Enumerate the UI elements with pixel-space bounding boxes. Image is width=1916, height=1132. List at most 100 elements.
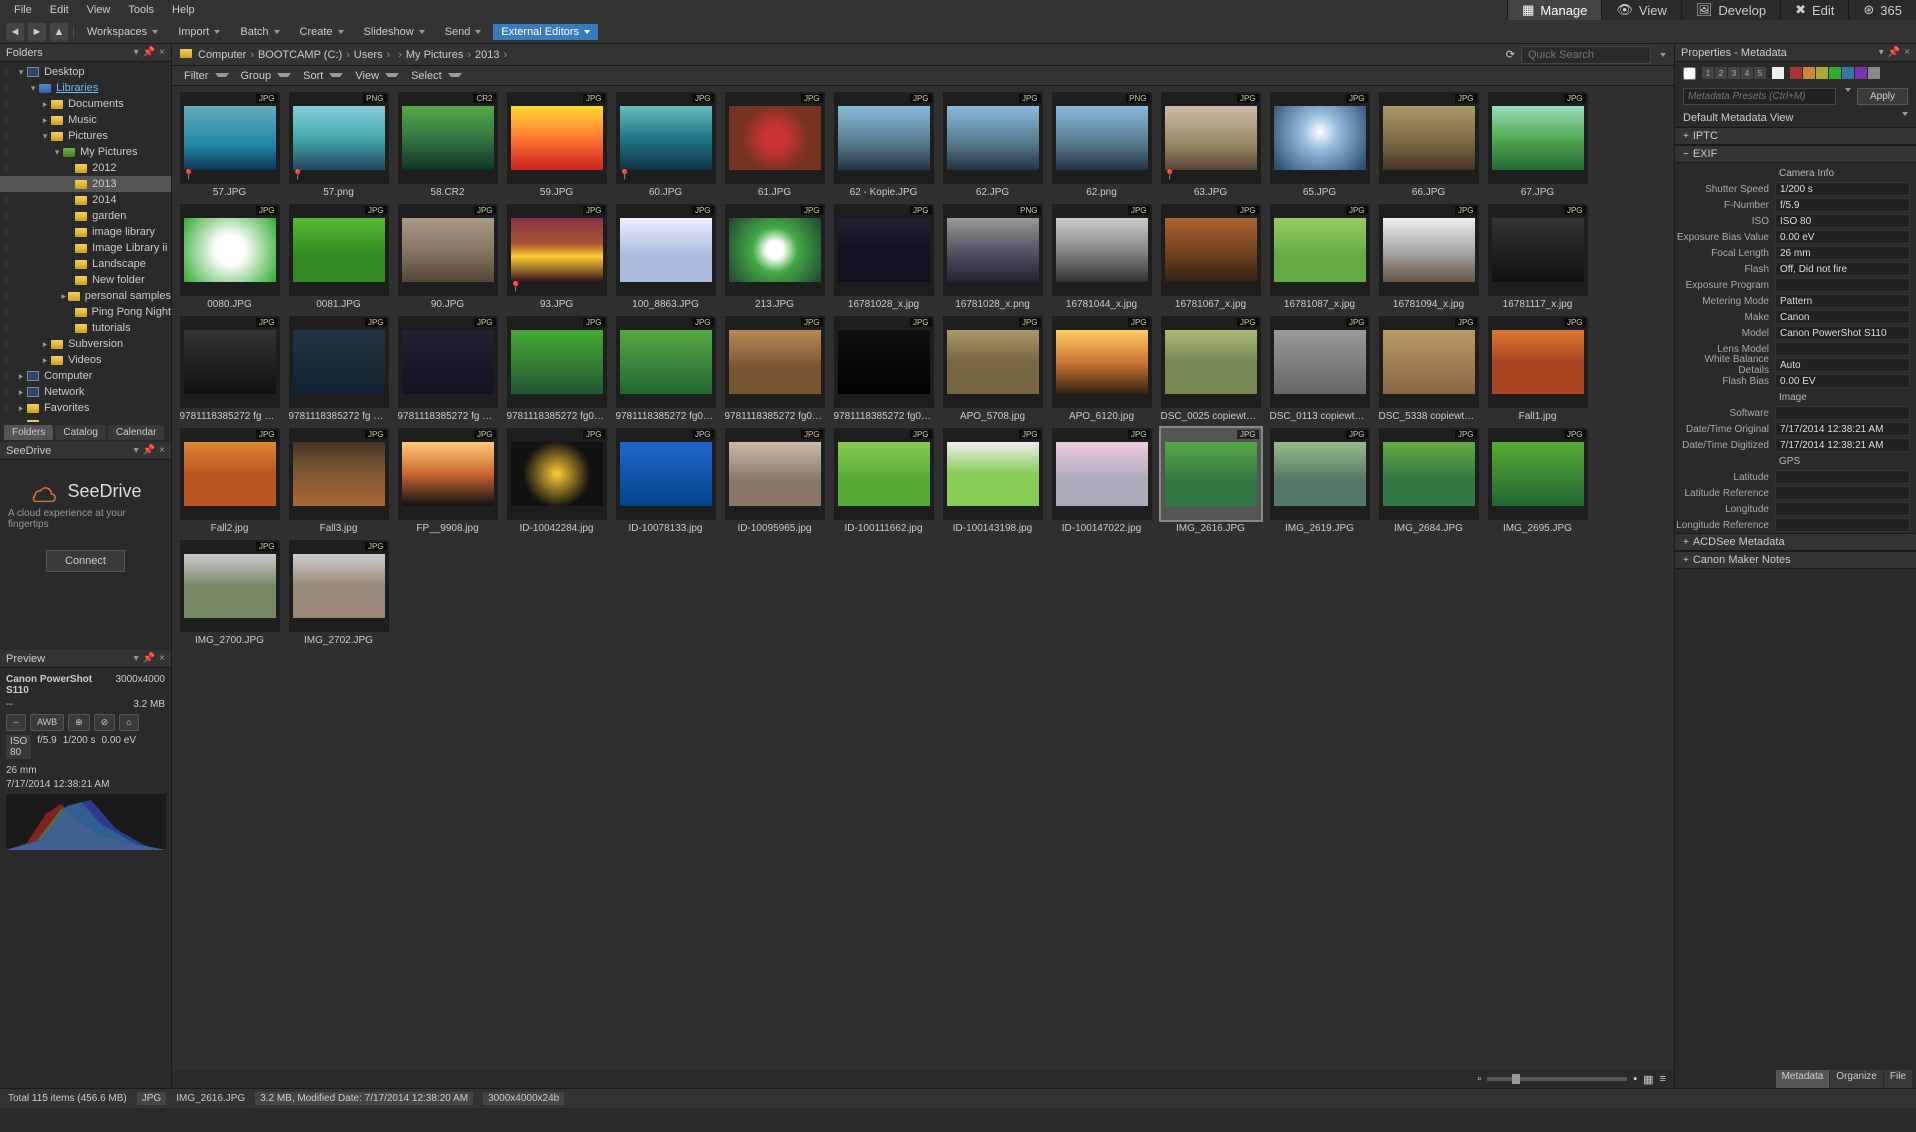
- color-label[interactable]: [1855, 67, 1867, 79]
- quick-search-input[interactable]: [1521, 46, 1651, 64]
- meta-value[interactable]: [1775, 342, 1910, 356]
- tree-item[interactable]: ♡2013: [0, 176, 171, 192]
- tab-calendar[interactable]: Calendar: [108, 425, 165, 440]
- filter-filter[interactable]: Filter: [180, 69, 233, 83]
- thumbnail[interactable]: JPG📍60.JPG: [614, 92, 717, 198]
- connect-button[interactable]: Connect: [46, 550, 125, 572]
- tree-item[interactable]: ♡▾My Pictures: [0, 144, 171, 160]
- rating-3[interactable]: 3: [1728, 67, 1740, 79]
- meta-value[interactable]: 7/17/2014 12:38:21 AM: [1775, 438, 1910, 452]
- mode-develop[interactable]: 🖼Develop: [1681, 0, 1780, 20]
- thumbnail[interactable]: JPG90.JPG: [396, 204, 499, 310]
- thumbnail[interactable]: JPG9781118385272 fg Online ...: [178, 316, 281, 422]
- mode-edit[interactable]: ✖Edit: [1780, 0, 1848, 20]
- folder-tree[interactable]: ♡▾Desktop♡▾Libraries♡▸Documents♡▸Music♡▾…: [0, 62, 171, 422]
- props-tab-file[interactable]: File: [1884, 1070, 1912, 1088]
- external-editors-menu[interactable]: External Editors: [493, 24, 598, 40]
- thumbnail[interactable]: JPGIMG_2684.JPG: [1377, 428, 1480, 534]
- filter-sort[interactable]: Sort: [299, 69, 347, 83]
- metadata-preset-input[interactable]: [1683, 88, 1836, 105]
- section-canon[interactable]: +Canon Maker Notes: [1675, 551, 1916, 569]
- list-view-icon[interactable]: ≡: [1660, 1073, 1666, 1085]
- props-tab-organize[interactable]: Organize: [1830, 1070, 1883, 1088]
- meta-value[interactable]: Canon: [1775, 310, 1910, 324]
- mode-view[interactable]: 👁View: [1601, 0, 1680, 20]
- tree-item[interactable]: ♡garden: [0, 208, 171, 224]
- preview-btn[interactable]: --: [6, 714, 26, 731]
- thumbnail[interactable]: JPG9781118385272 fg0206.jpg: [505, 316, 608, 422]
- nav-up[interactable]: ▲: [50, 23, 68, 41]
- thumbnail[interactable]: JPG100_8863.JPG: [614, 204, 717, 310]
- thumbnail[interactable]: JPG9781118385272 fg Online ...: [287, 316, 390, 422]
- menu-tools[interactable]: Tools: [120, 2, 162, 18]
- thumbnail[interactable]: PNG16781028_x.png: [941, 204, 1044, 310]
- meta-value[interactable]: Canon PowerShot S110: [1775, 326, 1910, 340]
- folder-icon[interactable]: [180, 49, 192, 61]
- preview-btn[interactable]: ⊘: [94, 714, 116, 731]
- toolbar-batch[interactable]: Batch: [232, 24, 287, 40]
- menu-file[interactable]: File: [6, 2, 40, 18]
- section-iptc[interactable]: +IPTC: [1675, 127, 1916, 145]
- meta-value[interactable]: [1775, 486, 1910, 500]
- color-label[interactable]: [1803, 67, 1815, 79]
- rating-2[interactable]: 2: [1715, 67, 1727, 79]
- menu-edit[interactable]: Edit: [42, 2, 77, 18]
- tree-item[interactable]: ♡Ping Pong Night: [0, 304, 171, 320]
- thumbnail[interactable]: JPG9781118385272 fg Online ...: [396, 316, 499, 422]
- filter-select[interactable]: Select: [407, 69, 466, 83]
- meta-value[interactable]: [1775, 518, 1910, 532]
- tree-item[interactable]: ♡▸Network: [0, 384, 171, 400]
- thumbnail[interactable]: JPG16781117_x.jpg: [1486, 204, 1589, 310]
- thumbnail[interactable]: JPG9781118385272 fg0306.jpg: [723, 316, 826, 422]
- thumbnail[interactable]: JPGID-10042284.jpg: [505, 428, 608, 534]
- tree-item[interactable]: ♡2014: [0, 192, 171, 208]
- toolbar-send[interactable]: Send: [437, 24, 490, 40]
- mode-365[interactable]: ⊛365: [1848, 0, 1916, 20]
- thumbnail[interactable]: CR258.CR2: [396, 92, 499, 198]
- breadcrumb-seg[interactable]: BOOTCAMP (C:) ›: [258, 49, 350, 61]
- panel-menu-icon[interactable]: ▾: [134, 47, 139, 58]
- tree-item[interactable]: ♡▸personal samples: [0, 288, 171, 304]
- thumbnail[interactable]: JPG9781118385272 fg0207.jpg: [614, 316, 717, 422]
- thumbnail[interactable]: JPGIMG_2616.JPG: [1159, 428, 1262, 534]
- thumbnail[interactable]: JPG62.JPG: [941, 92, 1044, 198]
- meta-value[interactable]: ISO 80: [1775, 214, 1910, 228]
- thumbnail[interactable]: JPGAPO_5708.jpg: [941, 316, 1044, 422]
- toolbar-slideshow[interactable]: Slideshow: [356, 24, 433, 40]
- rating-5[interactable]: 5: [1754, 67, 1766, 79]
- tree-item[interactable]: ♡▸Subversion: [0, 336, 171, 352]
- thumbnail[interactable]: JPGIMG_2619.JPG: [1268, 428, 1371, 534]
- tag-checkbox[interactable]: [1683, 67, 1696, 80]
- thumbnail[interactable]: JPGID-10078133.jpg: [614, 428, 717, 534]
- meta-value[interactable]: Off, Did not fire: [1775, 262, 1910, 276]
- menu-view[interactable]: View: [79, 2, 119, 18]
- meta-value[interactable]: 26 mm: [1775, 246, 1910, 260]
- color-label[interactable]: [1816, 67, 1828, 79]
- breadcrumb-seg[interactable]: ›: [394, 49, 402, 61]
- thumbnail[interactable]: JPGID-100147022.jpg: [1050, 428, 1153, 534]
- color-label[interactable]: [1868, 67, 1880, 79]
- menu-help[interactable]: Help: [164, 2, 203, 18]
- thumbnail[interactable]: JPG16781067_x.jpg: [1159, 204, 1262, 310]
- color-label[interactable]: [1842, 67, 1854, 79]
- nav-back[interactable]: ◄: [6, 23, 24, 41]
- breadcrumb-seg[interactable]: My Pictures ›: [406, 49, 471, 61]
- meta-value[interactable]: 1/200 s: [1775, 182, 1910, 196]
- thumbnail[interactable]: JPGFall3.jpg: [287, 428, 390, 534]
- meta-value[interactable]: 0.00 EV: [1775, 374, 1910, 388]
- preview-btn[interactable]: ⌂: [119, 714, 138, 731]
- tree-item[interactable]: ♡▸Favorites: [0, 400, 171, 416]
- thumbnail[interactable]: JPGAPO_6120.jpg: [1050, 316, 1153, 422]
- thumbnail[interactable]: JPG66.JPG: [1377, 92, 1480, 198]
- tree-item[interactable]: ♡Image Library ii: [0, 240, 171, 256]
- toolbar-create[interactable]: Create: [292, 24, 352, 40]
- grid-view-icon[interactable]: ▦: [1643, 1073, 1653, 1086]
- thumbnail[interactable]: PNG62.png: [1050, 92, 1153, 198]
- thumbnail[interactable]: JPG59.JPG: [505, 92, 608, 198]
- thumbnail[interactable]: JPG61.JPG: [723, 92, 826, 198]
- breadcrumb-seg[interactable]: Users ›: [354, 49, 390, 61]
- color-label[interactable]: [1790, 67, 1802, 79]
- tab-folders[interactable]: Folders: [4, 425, 53, 440]
- meta-value[interactable]: [1775, 502, 1910, 516]
- thumbnail[interactable]: JPG0081.JPG: [287, 204, 390, 310]
